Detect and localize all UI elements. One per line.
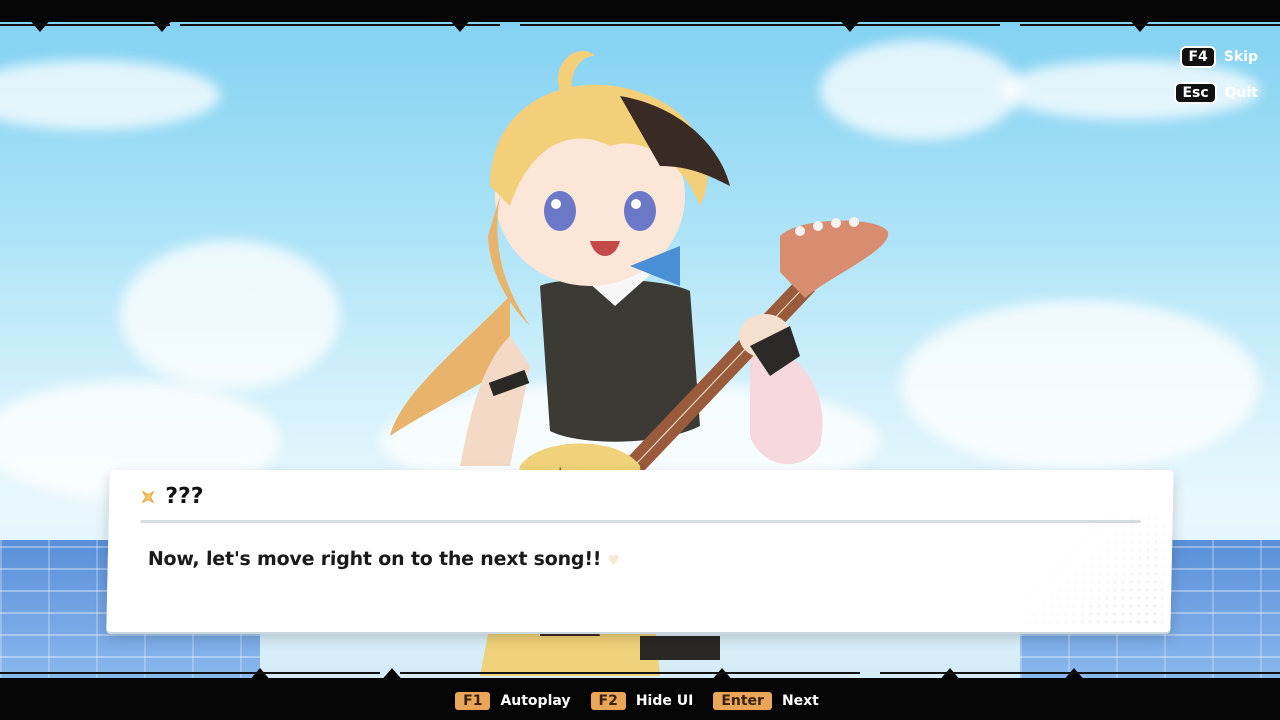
bottom-controls: F1 Autoplay F2 Hide UI Enter Next xyxy=(0,692,1280,710)
dialogue-text-content: Now, let's move right on to the next son… xyxy=(147,548,602,570)
dialogue-divider xyxy=(140,520,1141,523)
skip-control[interactable]: F4 Skip xyxy=(1180,46,1258,68)
dialogue-box[interactable]: ??? Now, let's move right on to the next… xyxy=(106,470,1174,632)
quit-control[interactable]: Esc Quit xyxy=(1174,82,1258,104)
sparkle-icon xyxy=(141,490,155,503)
next-key[interactable]: Enter xyxy=(713,692,772,710)
autoplay-control[interactable]: F1 Autoplay xyxy=(455,692,576,710)
skip-key[interactable]: F4 xyxy=(1180,46,1216,68)
next-label[interactable]: Next xyxy=(782,693,819,709)
quit-label[interactable]: Quit xyxy=(1225,85,1258,101)
speaker-name: ??? xyxy=(164,484,204,509)
hide-ui-label[interactable]: Hide UI xyxy=(636,693,693,709)
speaker-nameplate: ??? xyxy=(139,484,204,509)
heart-icon: ♥ xyxy=(607,553,620,569)
skip-label[interactable]: Skip xyxy=(1224,49,1258,65)
autoplay-label[interactable]: Autoplay xyxy=(500,693,570,709)
hide-ui-control[interactable]: F2 Hide UI xyxy=(590,692,700,710)
next-control[interactable]: Enter Next xyxy=(713,692,825,710)
hide-ui-key[interactable]: F2 xyxy=(590,692,626,710)
top-border xyxy=(0,0,1280,22)
autoplay-key[interactable]: F1 xyxy=(455,692,491,710)
dialogue-text: Now, let's move right on to the next son… xyxy=(148,548,620,570)
quit-key[interactable]: Esc xyxy=(1174,82,1217,104)
